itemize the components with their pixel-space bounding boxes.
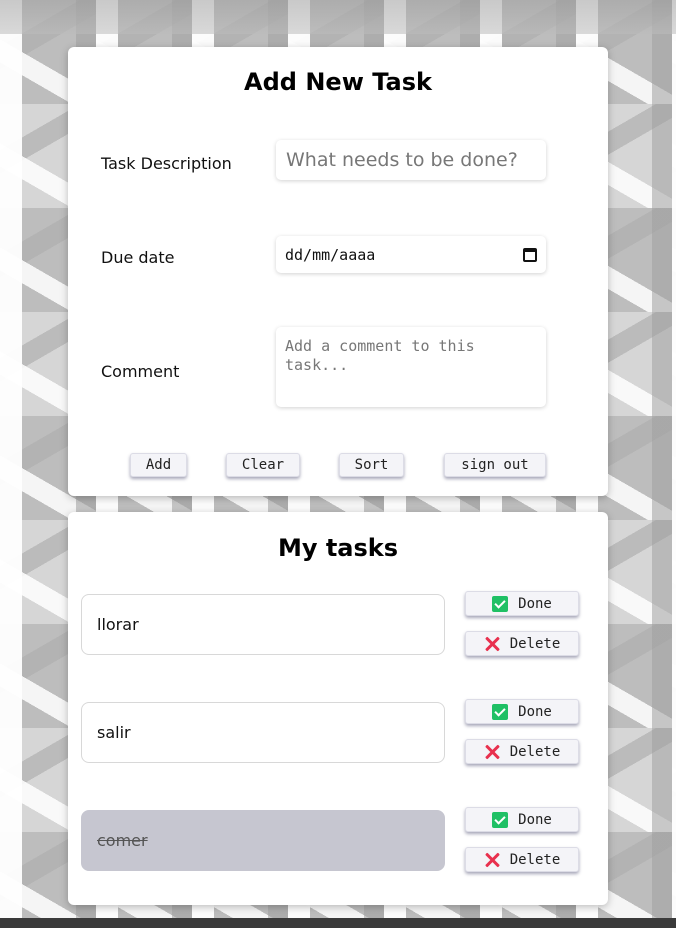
task-description-input[interactable] [276, 140, 546, 180]
delete-button[interactable]: Delete [465, 847, 579, 872]
x-icon [484, 852, 500, 868]
tasks-title: My tasks [277, 534, 399, 562]
done-button[interactable]: Done [465, 699, 579, 724]
task-item: salir [81, 702, 445, 763]
clear-button[interactable]: Clear [226, 453, 300, 477]
task-list-panel: My tasks llorar Done Delete salir Done D… [68, 512, 608, 905]
task-description-label: Task Description [101, 154, 232, 173]
x-icon [484, 744, 500, 760]
done-label: Done [518, 703, 552, 720]
delete-button[interactable]: Delete [465, 739, 579, 764]
sign-out-button[interactable]: sign out [444, 453, 546, 477]
done-label: Done [518, 811, 552, 828]
due-date-value: dd/mm/aaaa [285, 245, 376, 264]
check-square-icon [492, 811, 509, 828]
sort-button[interactable]: Sort [339, 453, 404, 477]
task-item: llorar [81, 594, 445, 655]
add-task-form: Add New Task Task Description Due date d… [68, 47, 608, 496]
done-button[interactable]: Done [465, 807, 579, 832]
delete-button[interactable]: Delete [465, 631, 579, 656]
form-title: Add New Task [244, 68, 432, 96]
add-button[interactable]: Add [130, 453, 187, 477]
background-pattern-top [0, 0, 676, 34]
calendar-icon[interactable] [523, 247, 537, 262]
task-text: comer [97, 831, 148, 850]
task-text: llorar [97, 615, 139, 634]
check-square-icon [492, 595, 509, 612]
x-icon [484, 636, 500, 652]
due-date-input[interactable]: dd/mm/aaaa [276, 236, 546, 273]
task-text: salir [97, 723, 131, 742]
done-button[interactable]: Done [465, 591, 579, 616]
task-item-completed: comer [81, 810, 445, 871]
delete-label: Delete [509, 743, 561, 760]
bottom-bar [0, 918, 676, 928]
delete-label: Delete [509, 635, 561, 652]
comment-label: Comment [101, 362, 180, 381]
check-square-icon [492, 703, 509, 720]
due-date-label: Due date [101, 248, 175, 267]
comment-textarea[interactable] [276, 327, 546, 407]
delete-label: Delete [509, 851, 561, 868]
done-label: Done [518, 595, 552, 612]
